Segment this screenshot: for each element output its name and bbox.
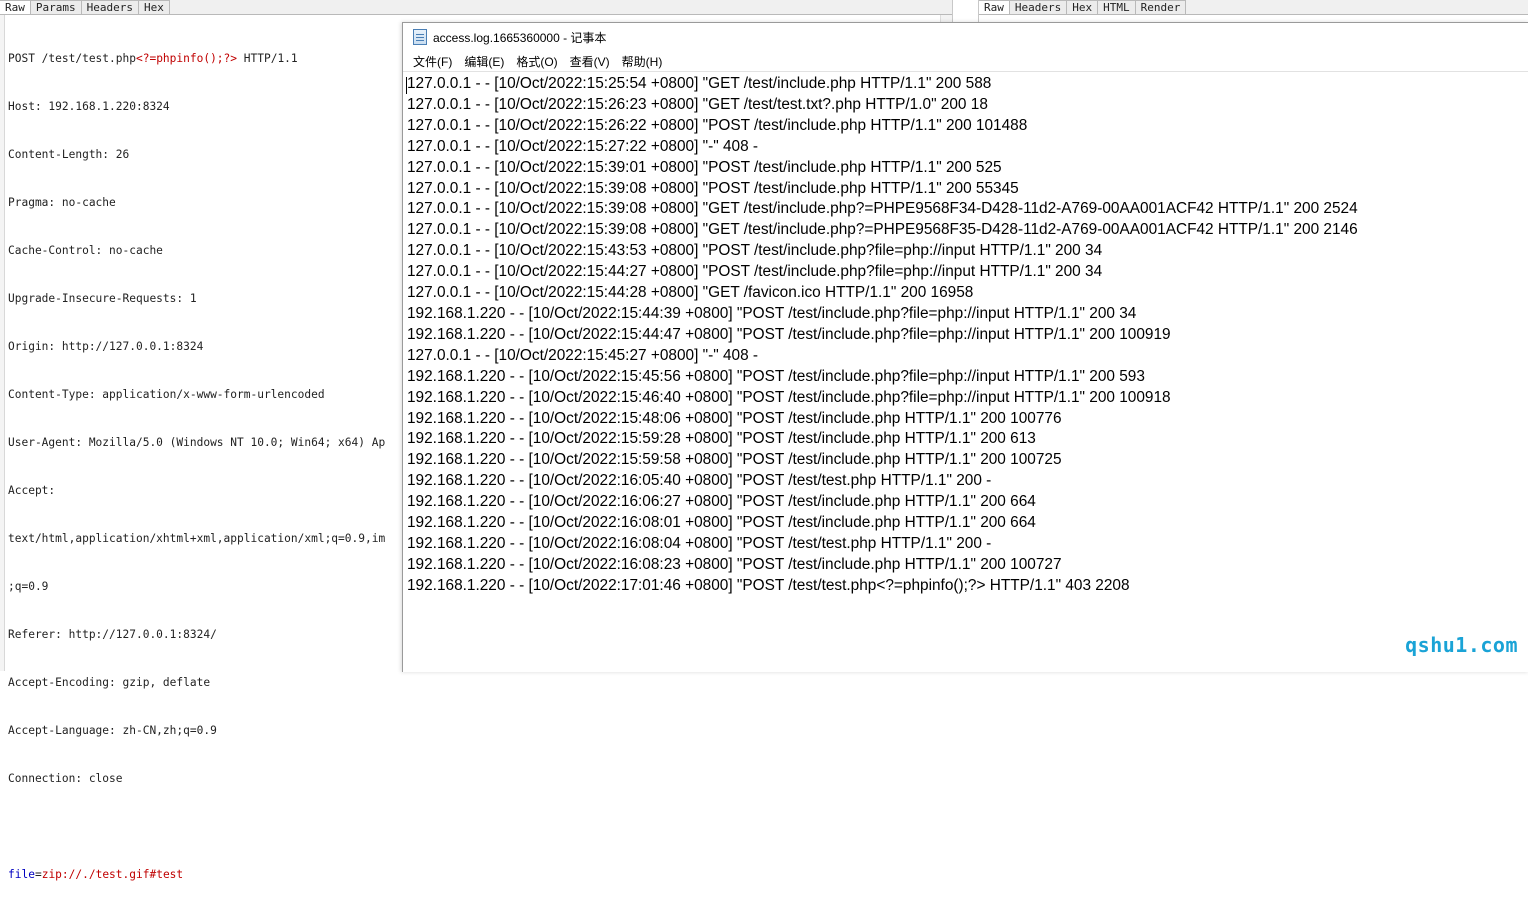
log-line: 192.168.1.220 - - [10/Oct/2022:15:48:06 … [407, 409, 1062, 427]
log-line: 127.0.0.1 - - [10/Oct/2022:15:43:53 +080… [407, 242, 1103, 260]
notepad-title: access.log.1665360000 - 记事本 [433, 30, 607, 45]
menu-view[interactable]: 查看(V) [564, 53, 616, 70]
log-line: 127.0.0.1 - - [10/Oct/2022:15:26:23 +080… [407, 95, 988, 113]
tab-raw[interactable]: Raw [979, 0, 1010, 14]
tab-headers[interactable]: Headers [81, 0, 139, 14]
tab-params[interactable]: Params [30, 0, 82, 14]
menu-edit[interactable]: 编辑(E) [458, 53, 510, 70]
tab-html[interactable]: HTML [1098, 0, 1136, 14]
log-line: 192.168.1.220 - - [10/Oct/2022:15:44:47 … [407, 325, 1171, 343]
log-line: 192.168.1.220 - - [10/Oct/2022:15:59:28 … [407, 430, 1036, 448]
log-line: 192.168.1.220 - - [10/Oct/2022:16:05:40 … [407, 472, 992, 490]
notepad-titlebar[interactable]: access.log.1665360000 - 记事本 [403, 23, 1528, 51]
header-line: Accept-Encoding: gzip, deflate [8, 676, 211, 689]
log-line: 127.0.0.1 - - [10/Oct/2022:15:27:22 +080… [407, 137, 759, 155]
log-line: 127.0.0.1 - - [10/Oct/2022:15:39:01 +080… [407, 158, 1002, 176]
body-value: zip://./test.gif#test [41, 868, 184, 881]
request-method-path: POST /test/test.php [8, 52, 136, 65]
log-line: 192.168.1.220 - - [10/Oct/2022:15:46:40 … [407, 388, 1171, 406]
notepad-window: access.log.1665360000 - 记事本 文件(F) 编辑(E) … [402, 22, 1528, 672]
log-line: 127.0.0.1 - - [10/Oct/2022:15:44:27 +080… [407, 263, 1103, 281]
watermark: qshu1.com [1405, 633, 1518, 657]
tab-render[interactable]: Render [1135, 0, 1187, 14]
log-line: 192.168.1.220 - - [10/Oct/2022:16:08:01 … [407, 514, 1036, 532]
tab-hex[interactable]: Hex [1067, 0, 1099, 14]
log-line: 127.0.0.1 - - [10/Oct/2022:15:44:28 +080… [407, 284, 974, 302]
log-line: 127.0.0.1 - - [10/Oct/2022:15:26:22 +080… [407, 116, 1028, 134]
notepad-text-area[interactable]: 127.0.0.1 - - [10/Oct/2022:15:25:54 +080… [407, 74, 1528, 597]
log-line: 127.0.0.1 - - [10/Oct/2022:15:39:08 +080… [407, 221, 1358, 239]
body-key: file [8, 868, 35, 881]
log-line: 192.168.1.220 - - [10/Oct/2022:15:44:39 … [407, 304, 1137, 322]
log-line: 127.0.0.1 - - [10/Oct/2022:15:39:08 +080… [407, 179, 1019, 197]
header-line: Connection: close [8, 772, 123, 785]
log-line: 127.0.0.1 - - [10/Oct/2022:15:39:08 +080… [407, 200, 1358, 218]
log-line: 192.168.1.220 - - [10/Oct/2022:16:08:04 … [407, 534, 992, 552]
log-line: 192.168.1.220 - - [10/Oct/2022:17:01:46 … [407, 576, 1130, 594]
tab-hex[interactable]: Hex [138, 0, 170, 14]
menu-format[interactable]: 格式(O) [510, 53, 563, 70]
log-line: 127.0.0.1 - - [10/Oct/2022:15:45:27 +080… [407, 346, 759, 364]
tab-headers[interactable]: Headers [1009, 0, 1068, 14]
body-eq: = [34, 868, 42, 881]
log-line: 192.168.1.220 - - [10/Oct/2022:16:08:23 … [407, 555, 1062, 573]
left-gutter [0, 15, 5, 671]
notepad-menubar: 文件(F) 编辑(E) 格式(O) 查看(V) 帮助(H) [403, 51, 1528, 72]
request-payload: <?=phpinfo();?> [135, 52, 238, 65]
log-line: 192.168.1.220 - - [10/Oct/2022:16:06:27 … [407, 493, 1036, 511]
menu-help[interactable]: 帮助(H) [616, 53, 669, 70]
request-tabbar: Raw Params Headers Hex [0, 0, 952, 15]
response-tabbar: Raw Headers Hex HTML Render [979, 0, 1528, 15]
log-line: 192.168.1.220 - - [10/Oct/2022:15:45:56 … [407, 367, 1145, 385]
header-line: Accept-Language: zh-CN,zh;q=0.9 [8, 724, 217, 737]
request-body: file=zip://./test.gif#test [8, 867, 952, 883]
request-version: HTTP/1.1 [237, 52, 298, 65]
log-line: 127.0.0.1 - - [10/Oct/2022:15:25:54 +080… [407, 75, 992, 92]
menu-file[interactable]: 文件(F) [407, 53, 458, 70]
tab-raw[interactable]: Raw [0, 0, 31, 14]
notepad-icon [413, 29, 427, 45]
log-line: 192.168.1.220 - - [10/Oct/2022:15:59:58 … [407, 451, 1062, 469]
